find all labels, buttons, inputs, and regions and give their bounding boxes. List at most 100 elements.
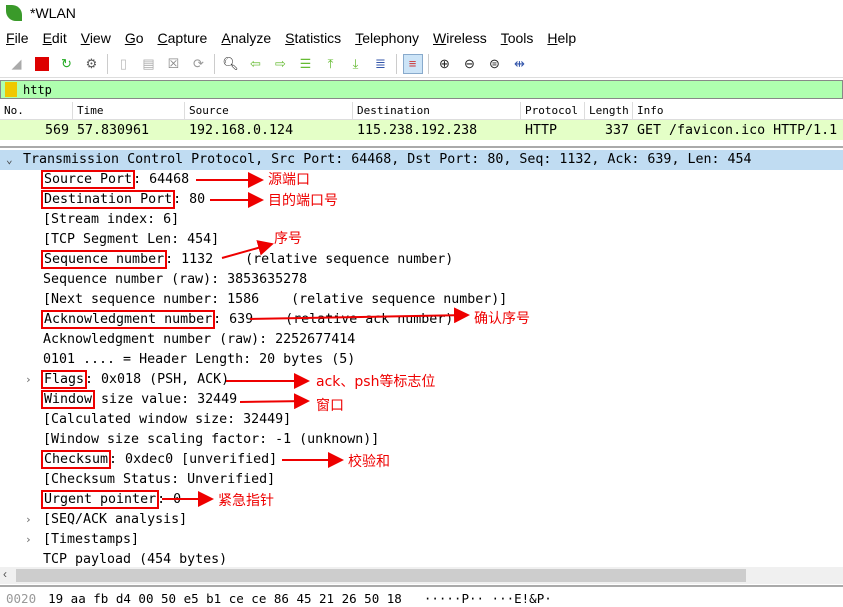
start-capture-icon[interactable]: ◢ xyxy=(7,54,27,74)
bytes-ascii[interactable]: ·····P·· ···E!&P· xyxy=(424,591,552,606)
filter-text[interactable]: http xyxy=(23,83,52,97)
field-value: [Window size scaling factor: -1 (unknown… xyxy=(43,432,380,447)
tree-row[interactable]: Source Port: 64468 xyxy=(0,170,843,190)
capture-options-icon[interactable]: ⚙ xyxy=(82,54,102,74)
tree-row[interactable]: Acknowledgment number: 639 (relative ack… xyxy=(0,310,843,330)
column-header-no[interactable]: No. xyxy=(0,102,73,119)
tree-row[interactable]: Destination Port: 80 xyxy=(0,190,843,210)
highlighted-field-name: Checksum xyxy=(40,450,112,469)
field-value: : 0x018 (PSH, ACK) xyxy=(85,372,230,387)
menu-wireless[interactable]: Wireless xyxy=(433,30,487,46)
tree-row[interactable]: [TCP Segment Len: 454] xyxy=(0,230,843,250)
open-file-icon[interactable]: ▯ xyxy=(114,54,134,74)
column-header-source[interactable]: Source xyxy=(185,102,353,119)
menu-analyze[interactable]: Analyze xyxy=(221,30,271,46)
colorize-icon[interactable]: ≡ xyxy=(402,53,423,74)
expand-arrow-icon[interactable]: › xyxy=(25,370,32,390)
tree-row[interactable]: Urgent pointer: 0 xyxy=(0,490,843,510)
stop-capture-icon[interactable] xyxy=(32,54,52,74)
zoom-in-icon[interactable]: ⊕ xyxy=(435,54,455,74)
column-header-time[interactable]: Time xyxy=(73,102,185,119)
menu-file[interactable]: File xyxy=(6,30,29,46)
scrollbar-thumb[interactable] xyxy=(16,569,746,582)
close-file-icon[interactable]: ☒ xyxy=(164,54,184,74)
field-value: : 639 (relative ack number) xyxy=(213,312,454,327)
packet-bytes-pane: 0020 19 aa fb d4 00 50 e5 b1 ce ce 86 45… xyxy=(0,589,843,607)
expand-arrow-icon[interactable]: › xyxy=(25,530,32,550)
bookmark-icon[interactable] xyxy=(5,82,17,97)
tree-row[interactable]: [Checksum Status: Unverified] xyxy=(0,470,843,490)
menu-statistics[interactable]: Statistics xyxy=(285,30,341,46)
zoom-out-icon[interactable]: ⊖ xyxy=(460,54,480,74)
annotation-source-port: 源端口 xyxy=(268,172,310,188)
menu-go[interactable]: Go xyxy=(125,30,144,46)
menu-edit[interactable]: Edit xyxy=(43,30,67,46)
bytes-hex[interactable]: 19 aa fb d4 00 50 e5 b1 ce ce 86 45 21 2… xyxy=(48,591,402,606)
column-header-protocol[interactable]: Protocol xyxy=(521,102,585,119)
horizontal-scrollbar[interactable]: ‹ xyxy=(0,567,843,584)
annotation-urgent: 紧急指针 xyxy=(218,493,274,509)
highlighted-field-name: Acknowledgment number xyxy=(40,310,216,329)
autoscroll-icon[interactable]: ≣ xyxy=(371,54,391,74)
first-packet-icon[interactable]: ⤒ xyxy=(321,54,341,74)
tree-header-text: Transmission Control Protocol, Src Port:… xyxy=(23,152,752,167)
scroll-left-icon[interactable]: ‹ xyxy=(3,567,7,581)
expand-arrow-icon[interactable]: › xyxy=(25,510,32,530)
collapse-arrow-icon[interactable]: ⌄ xyxy=(6,150,13,170)
divider xyxy=(396,53,397,74)
resize-columns-icon[interactable]: ⇹ xyxy=(510,54,530,74)
column-header-destination[interactable]: Destination xyxy=(353,102,521,119)
tree-header-tcp[interactable]: ⌄ Transmission Control Protocol, Src Port… xyxy=(0,150,843,170)
tree-row[interactable]: [Stream index: 6] xyxy=(0,210,843,230)
tree-row[interactable]: 0101 .... = Header Length: 20 bytes (5) xyxy=(0,350,843,370)
divider xyxy=(214,53,215,74)
bytes-offset: 0020 xyxy=(6,590,37,606)
zoom-reset-icon[interactable]: ⊜ xyxy=(485,54,505,74)
annotation-destination-port: 目的端口号 xyxy=(268,193,338,209)
highlighted-field-name: Sequence number xyxy=(40,250,168,269)
restart-capture-icon[interactable]: ↻ xyxy=(57,54,77,74)
menu-view[interactable]: View xyxy=(81,30,111,46)
pane-divider[interactable] xyxy=(0,146,843,148)
tree-row[interactable]: › [Timestamps] xyxy=(0,530,843,550)
highlighted-field-name: Source Port xyxy=(40,170,136,189)
tree-row[interactable]: [Next sequence number: 1586 (relative se… xyxy=(0,290,843,310)
column-header-info[interactable]: Info xyxy=(633,102,843,119)
tree-row[interactable]: [Window size scaling factor: -1 (unknown… xyxy=(0,430,843,450)
annotation-ack: 确认序号 xyxy=(474,311,530,327)
tree-row[interactable]: Window size value: 32449 xyxy=(0,390,843,410)
reload-file-icon[interactable]: ⟳ xyxy=(189,54,209,74)
tree-row[interactable]: Checksum: 0xdec0 [unverified] xyxy=(0,450,843,470)
field-value: : 1132 (relative sequence number) xyxy=(165,252,454,267)
annotation-sequence: 序号 xyxy=(274,231,302,247)
menu-tools[interactable]: Tools xyxy=(501,30,534,46)
divider xyxy=(428,53,429,74)
pane-divider[interactable] xyxy=(0,585,843,587)
find-packet-icon[interactable]: 🔍︎ xyxy=(221,54,241,74)
go-to-packet-icon[interactable]: ☰ xyxy=(296,54,316,74)
tree-row[interactable]: Sequence number: 1132 (relative sequence… xyxy=(0,250,843,270)
menu-capture[interactable]: Capture xyxy=(158,30,208,46)
tree-row[interactable]: › [SEQ/ACK analysis] xyxy=(0,510,843,530)
save-file-icon[interactable]: ▤ xyxy=(139,54,159,74)
column-header-length[interactable]: Length xyxy=(585,102,633,119)
menu-bar: File Edit View Go Capture Analyze Statistics Te… xyxy=(0,26,843,50)
tree-row[interactable]: Acknowledgment number (raw): 2252677414 xyxy=(0,330,843,350)
menu-telephony[interactable]: Telephony xyxy=(355,30,419,46)
display-filter-input[interactable]: http xyxy=(0,80,843,99)
tree-row[interactable]: [Calculated window size: 32449] xyxy=(0,410,843,430)
toolbar: ◢ ↻ ⚙ ▯ ▤ ☒ ⟳ 🔍︎ ⇦ ⇨ ☰ ⤒ ⤓ ≣ ≡ ⊕ ⊖ ⊜ ⇹ xyxy=(0,50,843,78)
tree-row[interactable]: Sequence number (raw): 3853635278 xyxy=(0,270,843,290)
packet-protocol: HTTP xyxy=(525,122,558,138)
highlighted-field-name: Destination Port xyxy=(40,190,176,209)
field-value: [SEQ/ACK analysis] xyxy=(43,512,188,527)
packet-time: 57.830961 xyxy=(77,122,150,138)
menu-help[interactable]: Help xyxy=(547,30,576,46)
packet-length: 337 xyxy=(604,122,629,138)
last-packet-icon[interactable]: ⤓ xyxy=(346,54,366,74)
field-value: [TCP Segment Len: 454] xyxy=(43,232,220,247)
packet-details-tree: ⌄ Transmission Control Protocol, Src Port… xyxy=(0,150,843,570)
go-back-icon[interactable]: ⇦ xyxy=(246,54,266,74)
packet-row[interactable]: 569 57.830961 192.168.0.124 115.238.192.… xyxy=(0,120,843,140)
go-forward-icon[interactable]: ⇨ xyxy=(271,54,291,74)
